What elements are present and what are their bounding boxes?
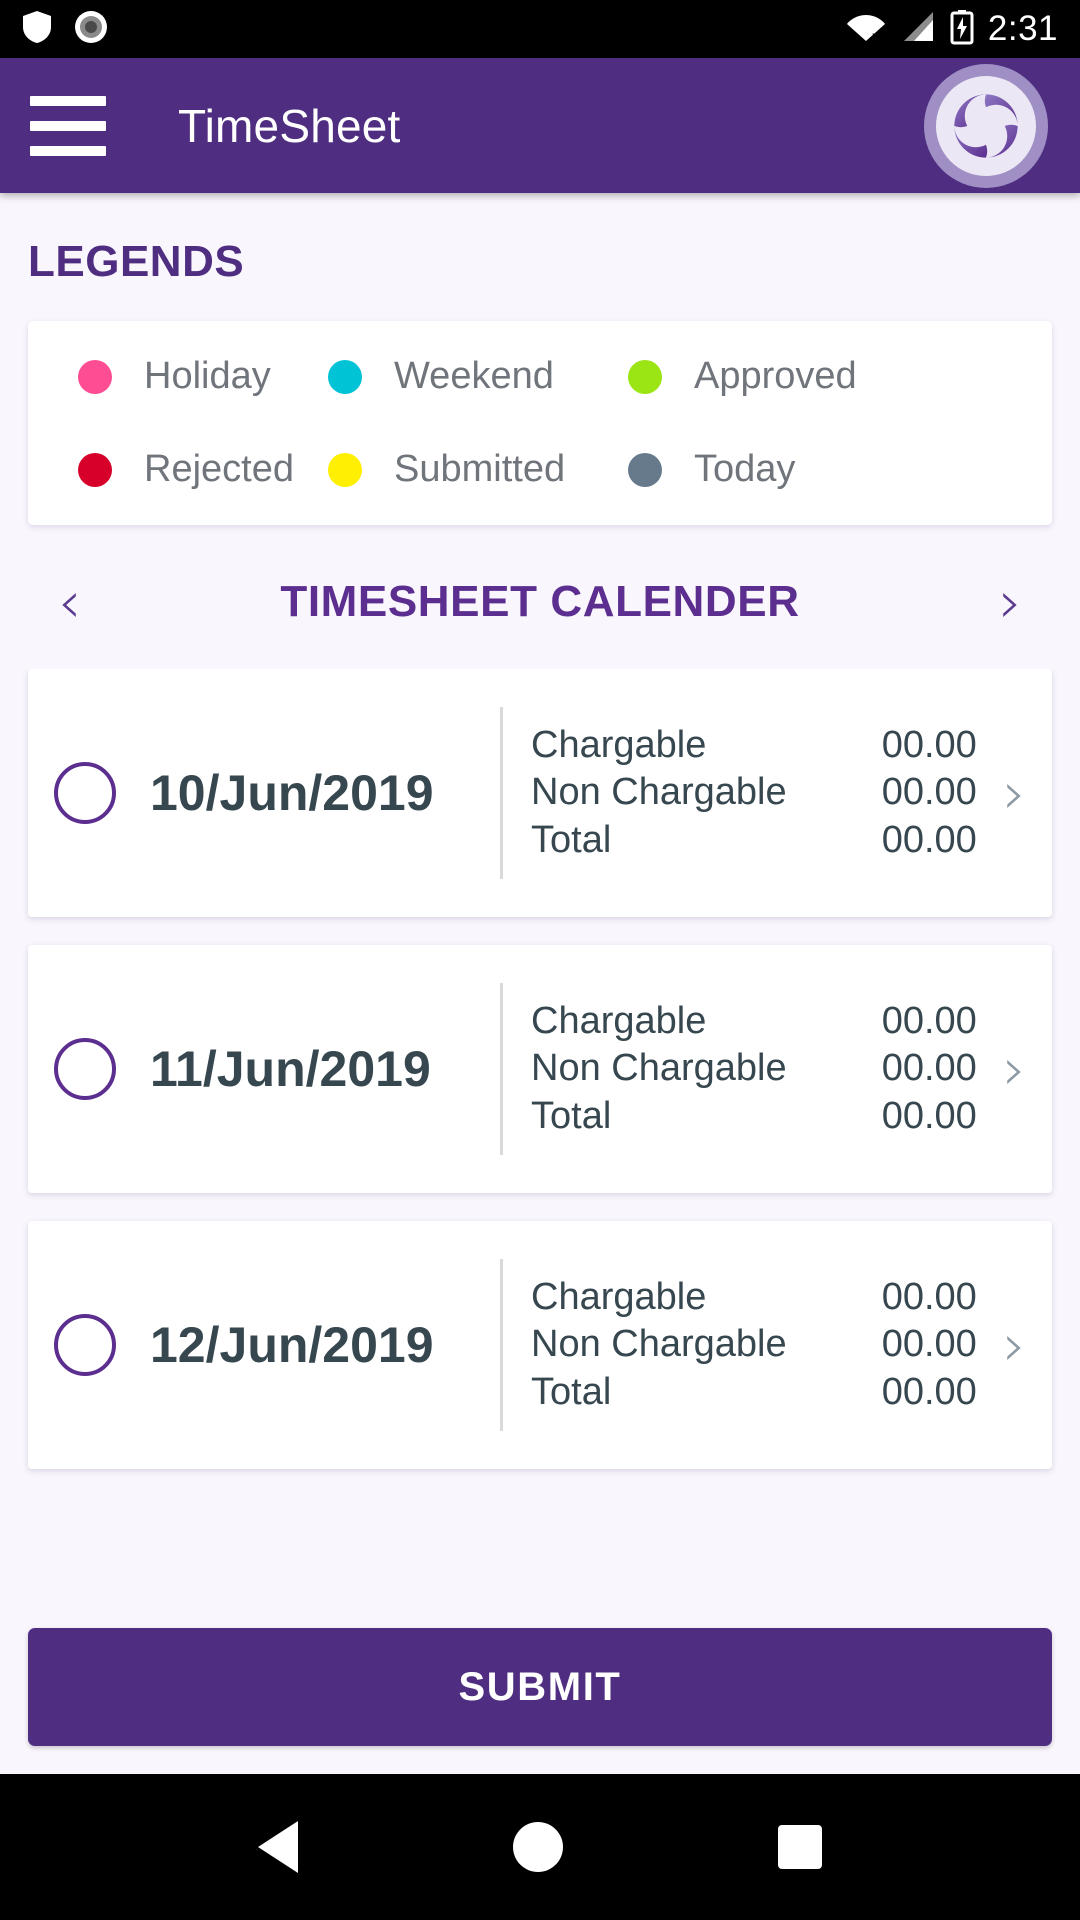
signal-icon [900,10,936,49]
holiday-dot-icon [78,359,112,394]
table-row[interactable]: 10/Jun/2019 Chargable 00.00 Non Chargabl… [28,669,1052,917]
calendar-title: TIMESHEET CALENDER [280,577,800,626]
chargable-row: Chargable 00.00 [531,998,999,1045]
main-content: LEGENDS Holiday Weekend Approved Rejecte… [0,193,1080,1774]
status-bar-right-icons: x 2:31 [846,9,1058,50]
phone-screen: x 2:31 TimeSheet LEGENDS Holiday Weekend… [0,0,1080,1920]
legend-label: Today [694,448,796,490]
total-row: Total 00.00 [531,1093,999,1140]
system-nav-bar [0,1774,1080,1920]
rejected-dot-icon [78,452,112,487]
non-chargable-label: Non Chargable [531,1323,787,1366]
app-logo-swirl-icon[interactable] [924,63,1048,188]
approved-dot-icon [628,359,662,394]
day-hours-group: Chargable 00.00 Non Chargable 00.00 Tota… [503,998,999,1139]
today-dot-icon [628,452,662,487]
legend-item-submitted: Submitted [328,448,628,491]
legend-item-weekend: Weekend [328,355,628,398]
day-date-label: 10/Jun/2019 [150,765,434,821]
svg-text:x: x [872,28,879,44]
total-label: Total [531,818,612,861]
total-value: 00.00 [881,818,977,861]
table-row[interactable]: 11/Jun/2019 Chargable 00.00 Non Chargabl… [28,945,1052,1193]
recents-square-icon[interactable] [778,1825,823,1869]
app-logo-spiral-glyph [954,93,1018,158]
day-hours-group: Chargable 00.00 Non Chargable 00.00 Tota… [503,722,999,863]
day-select-radio[interactable] [54,1038,116,1100]
non-chargable-value: 00.00 [881,771,977,814]
submitted-dot-icon [328,452,362,487]
legend-label: Rejected [144,448,294,490]
chevron-right-icon[interactable]: › [999,764,1026,822]
legend-item-today: Today [628,448,928,491]
home-circle-icon[interactable] [512,1822,563,1872]
timesheet-day-list[interactable]: 10/Jun/2019 Chargable 00.00 Non Chargabl… [0,669,1080,1628]
table-row[interactable]: 12/Jun/2019 Chargable 00.00 Non Chargabl… [28,1221,1052,1469]
next-period-button[interactable]: › [999,573,1022,631]
chargable-value: 00.00 [881,1276,977,1319]
day-hours-group: Chargable 00.00 Non Chargable 00.00 Tota… [503,1274,999,1415]
chargable-label: Chargable [531,724,707,767]
prev-period-button[interactable]: ‹ [58,573,81,631]
non-chargable-label: Non Chargable [531,771,787,814]
hamburger-menu-icon[interactable] [30,95,106,156]
submit-button-container: SUBMIT [0,1628,1080,1774]
legends-card: Holiday Weekend Approved Rejected Submit… [28,321,1052,525]
total-value: 00.00 [881,1370,977,1413]
chargable-value: 00.00 [881,724,977,767]
day-date-label: 12/Jun/2019 [150,1317,434,1373]
legend-label: Holiday [144,355,271,397]
chevron-right-icon[interactable]: › [999,1316,1026,1374]
back-triangle-icon[interactable] [257,1821,298,1873]
total-label: Total [531,1094,612,1137]
total-value: 00.00 [881,1094,977,1137]
shield-icon [22,10,52,49]
chargable-label: Chargable [531,1276,707,1319]
screen-record-icon [74,10,108,49]
legends-row-1: Holiday Weekend Approved [28,355,1052,398]
weekend-dot-icon [328,359,362,394]
non-chargable-row: Non Chargable 00.00 [531,1045,999,1092]
legend-label: Approved [694,355,857,397]
non-chargable-row: Non Chargable 00.00 [531,1321,999,1368]
status-bar: x 2:31 [0,0,1080,58]
chevron-right-icon[interactable]: › [999,1040,1026,1098]
total-row: Total 00.00 [531,817,999,864]
legend-label: Weekend [394,355,554,397]
app-title: TimeSheet [178,99,401,152]
legends-row-2: Rejected Submitted Today [28,448,1052,491]
app-bar: TimeSheet [0,58,1080,193]
legend-label: Submitted [394,448,566,490]
submit-button[interactable]: SUBMIT [28,1628,1052,1746]
non-chargable-row: Non Chargable 00.00 [531,769,999,816]
day-select-radio[interactable] [54,762,116,824]
legend-item-holiday: Holiday [28,355,328,398]
non-chargable-label: Non Chargable [531,1047,787,1090]
chargable-row: Chargable 00.00 [531,722,999,769]
wifi-off-icon: x [846,10,886,49]
day-select-radio[interactable] [54,1314,116,1376]
non-chargable-value: 00.00 [881,1323,977,1366]
chargable-label: Chargable [531,1000,707,1043]
non-chargable-value: 00.00 [881,1047,977,1090]
calendar-header: ‹ TIMESHEET CALENDER › [0,525,1080,669]
total-label: Total [531,1370,612,1413]
chargable-value: 00.00 [881,1000,977,1043]
status-bar-left-icons [22,10,108,49]
chargable-row: Chargable 00.00 [531,1274,999,1321]
battery-charging-icon [950,9,974,50]
total-row: Total 00.00 [531,1369,999,1416]
status-bar-clock: 2:31 [987,9,1058,48]
legend-item-approved: Approved [628,355,928,398]
legend-item-rejected: Rejected [28,448,328,491]
app-logo-inner-ring [936,75,1036,176]
legends-heading: LEGENDS [28,237,245,286]
day-date-label: 11/Jun/2019 [150,1041,431,1097]
